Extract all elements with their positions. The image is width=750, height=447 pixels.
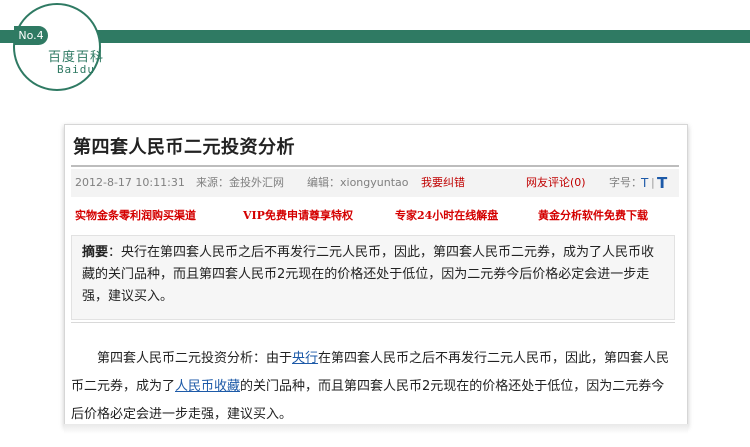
summary-colon: ： xyxy=(108,245,122,260)
top-header-bar xyxy=(0,30,750,43)
article-source: 来源：金投外汇网 xyxy=(196,176,284,189)
article-meta-bar: 2012-8-17 10:11:31 来源：金投外汇网 编辑：xiongyunt… xyxy=(71,169,679,197)
issue-number-tag: No.4 xyxy=(14,26,48,45)
article-card: 第四套人民币二元投资分析 2012-8-17 10:11:31 来源：金投外汇网… xyxy=(64,124,688,426)
article-title: 第四套人民币二元投资分析 xyxy=(73,137,295,158)
comments-link[interactable]: 网友评论(0) xyxy=(526,169,586,197)
summary-text: 央行在第四套人民币之后不再发行二元人民币，因此，第四套人民币二元券，成为了人民币… xyxy=(82,245,655,304)
baike-logo-en: Baidu xyxy=(56,63,96,76)
article-editor: 编辑：xiongyuntao xyxy=(307,176,409,189)
publish-date: 2012-8-17 10:11:31 xyxy=(75,176,185,189)
promo-link-expert[interactable]: 专家24小时在线解盘 xyxy=(395,207,498,223)
rmb-collection-link[interactable]: 人民币收藏 xyxy=(175,379,240,394)
body-text-part-1: 第四套人民币二元投资分析：由于 xyxy=(97,351,293,366)
report-error-link[interactable]: 我要纠错 xyxy=(421,169,465,197)
font-size-label: 字号： xyxy=(609,176,642,189)
font-size-small-button[interactable]: T xyxy=(641,169,648,197)
summary-label: 摘要 xyxy=(82,245,109,260)
article-body: 第四套人民币二元投资分析：由于央行在第四套人民币之后不再发行二元人民币，因此，第… xyxy=(71,345,675,425)
summary-divider xyxy=(71,322,675,323)
article-summary-box: 摘要：央行在第四套人民币之后不再发行二元人民币，因此，第四套人民币二元券，成为了… xyxy=(71,235,675,320)
font-size-separator: | xyxy=(651,176,655,189)
font-size-large-button[interactable]: T xyxy=(657,169,667,197)
promo-link-software[interactable]: 黄金分析软件免费下载 xyxy=(538,207,648,223)
promo-link-gold-bars[interactable]: 实物金条零利润购买渠道 xyxy=(75,207,196,223)
central-bank-link[interactable]: 央行 xyxy=(292,351,318,366)
title-divider xyxy=(71,165,679,167)
card-bottom-shadow xyxy=(64,424,688,434)
promo-link-vip[interactable]: VIP免费申请尊享特权 xyxy=(243,207,353,223)
